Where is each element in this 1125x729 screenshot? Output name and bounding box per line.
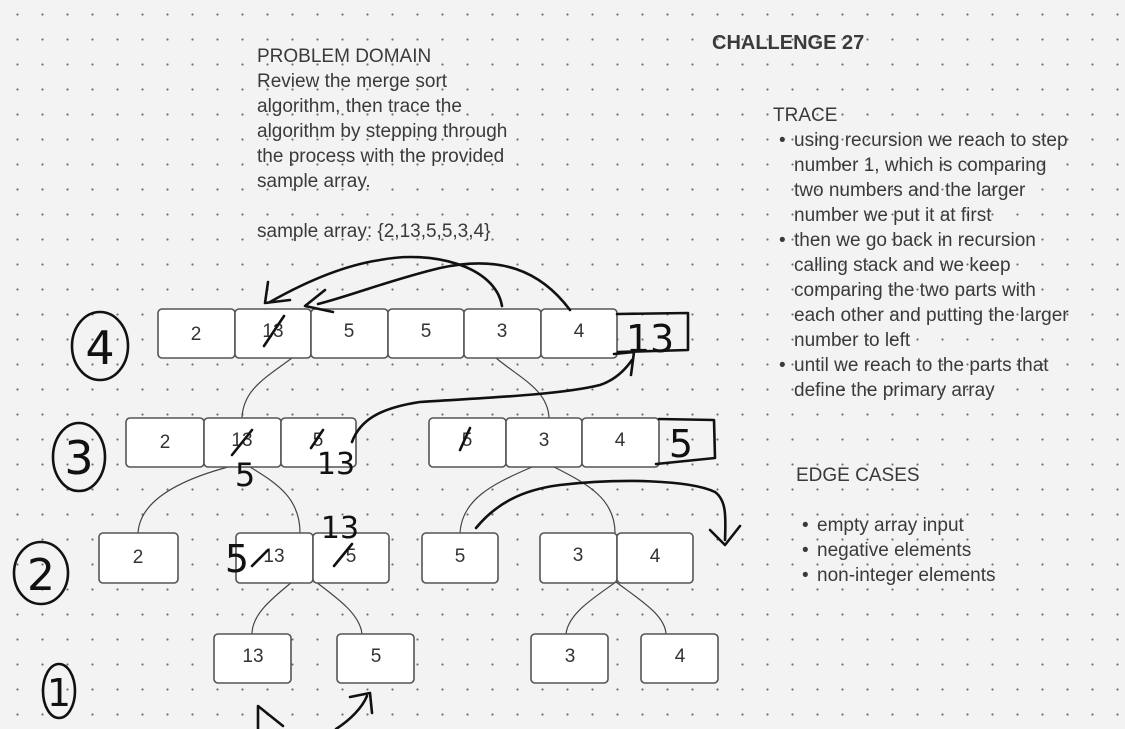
- merge-sort-diagram: 2 13 5 5 3 4 2 13 5 5 3 4 2 13 5 5 3 4 1…: [12, 255, 742, 729]
- array-cell: 3: [463, 308, 542, 359]
- handwritten-number: 13: [317, 447, 355, 482]
- connector: [315, 581, 363, 635]
- array-cell: 5: [421, 532, 499, 584]
- connector: [565, 581, 617, 635]
- cell-value: 2: [133, 547, 144, 568]
- arrow-path: [316, 262, 572, 312]
- array-cell: 5: [336, 633, 415, 684]
- connector: [459, 466, 533, 534]
- level-number: 1: [47, 671, 71, 715]
- cell-value: 4: [675, 646, 686, 667]
- cell-value: 13: [263, 546, 284, 567]
- level-4-marker: 4: [70, 310, 130, 382]
- tree-connectors: [137, 357, 667, 635]
- cell-value: 5: [421, 321, 432, 342]
- arrowhead-icon: [256, 704, 285, 729]
- level-1-arrays: 13 5 3 4: [213, 633, 719, 684]
- connector: [249, 466, 301, 534]
- cell-value: 3: [539, 430, 550, 451]
- level-1-marker: 1: [41, 662, 77, 720]
- connector: [615, 581, 667, 635]
- connector: [241, 357, 293, 419]
- array-cell: 2: [157, 308, 236, 359]
- cell-value: 3: [565, 646, 576, 667]
- level-number: 4: [85, 321, 114, 375]
- array-cell: 5: [387, 308, 465, 359]
- handwritten-number: 5: [669, 422, 693, 466]
- connector: [137, 466, 229, 534]
- cell-value: 4: [650, 546, 661, 567]
- cell-value: 4: [574, 321, 585, 342]
- cell-value: 5: [455, 546, 466, 567]
- level-2-marker: 2: [12, 540, 70, 606]
- array-cell: 4: [581, 417, 660, 468]
- cell-value: 4: [615, 430, 626, 451]
- connector: [251, 581, 293, 635]
- array-cell: 4: [540, 308, 618, 359]
- array-cell: 2: [98, 532, 179, 584]
- level-number: 3: [64, 431, 93, 485]
- connector: [553, 466, 616, 534]
- handwritten-number: 5: [235, 456, 255, 494]
- array-cell: 5: [428, 417, 507, 468]
- array-cell: 3: [530, 633, 609, 684]
- cell-value: 13: [242, 646, 263, 667]
- level-4-array: 2 13 5 5 3 4: [157, 308, 618, 359]
- array-cell: 4: [640, 633, 719, 684]
- array-cell: 13: [213, 633, 292, 684]
- arrow-path: [334, 694, 369, 729]
- array-cell: 5: [310, 308, 389, 359]
- level-3-marker: 3: [51, 421, 107, 493]
- cell-value: 2: [160, 432, 171, 453]
- cell-value: 5: [344, 321, 355, 342]
- cell-value: 2: [191, 324, 202, 345]
- arrow-path: [474, 479, 727, 542]
- cell-value: 5: [371, 646, 382, 667]
- array-cell: 3: [539, 532, 618, 584]
- arrowhead-icon: [348, 691, 374, 715]
- level-2-arrays: 2 13 5 5 3 4: [98, 532, 694, 584]
- level-number: 2: [27, 550, 55, 601]
- handwritten-number: 5: [225, 537, 249, 581]
- connector: [495, 357, 550, 419]
- handwritten-number: 13: [321, 511, 359, 546]
- cell-value: 3: [573, 545, 584, 566]
- cell-value: 3: [497, 321, 508, 342]
- array-cell: 4: [616, 532, 694, 584]
- array-cell: 3: [505, 417, 583, 468]
- array-cell: 2: [125, 417, 205, 468]
